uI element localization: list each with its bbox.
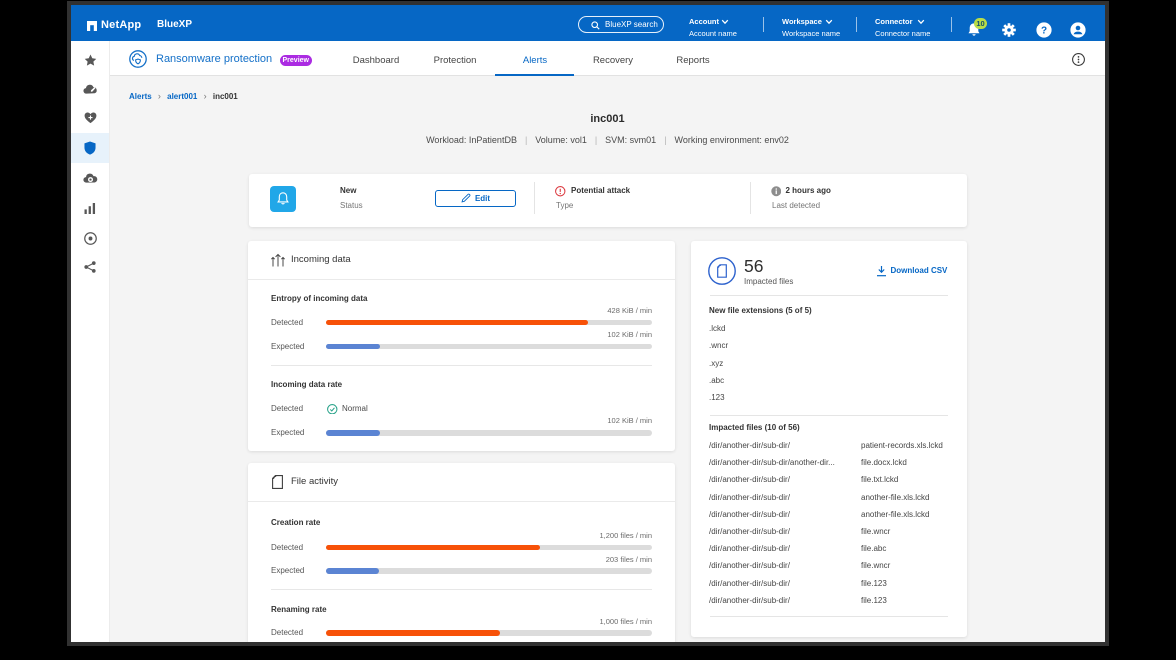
svg-text:?: ? (1041, 26, 1047, 37)
